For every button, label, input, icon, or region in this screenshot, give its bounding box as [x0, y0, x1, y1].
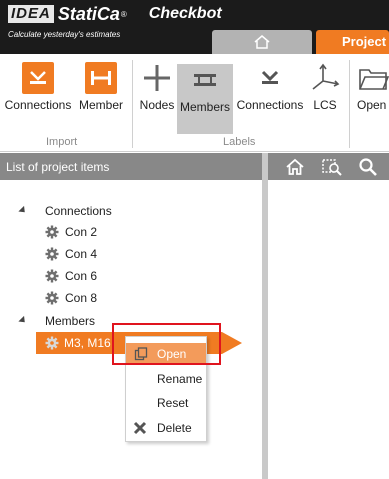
ribbon: Connections Member Import Nodes Members …	[0, 54, 389, 152]
open-button[interactable]: Open	[357, 62, 389, 124]
context-menu-delete-label: Delete	[157, 421, 192, 435]
member-import-icon	[85, 62, 117, 94]
logo: IDEA StatiCa ® Checkbot	[8, 4, 222, 24]
tree-node-members[interactable]: Members	[45, 311, 95, 331]
connections-icon	[261, 70, 279, 84]
home-icon	[254, 35, 270, 49]
import-connections-button[interactable]: Connections	[2, 62, 74, 124]
tab-project[interactable]: Project	[316, 30, 389, 54]
tab-home[interactable]	[212, 30, 312, 54]
import-member-button[interactable]: Member	[76, 62, 126, 124]
import-member-label: Member	[78, 98, 123, 112]
logo-registered-mark: ®	[120, 9, 127, 19]
tree-node-connections[interactable]: Connections	[45, 201, 112, 221]
viewport-area	[268, 180, 389, 479]
tree-item-m3-m16[interactable]: M3, M16	[64, 333, 111, 353]
connections-label-text: Connections	[236, 98, 304, 112]
connection-import-icon	[22, 62, 54, 94]
nodes-icon	[144, 65, 170, 91]
selection-arrow	[222, 332, 242, 354]
open-label: Open	[357, 98, 387, 112]
tagline: Calculate yesterday's estimates	[8, 30, 121, 39]
gear-icon	[45, 225, 59, 239]
folder-icon	[359, 69, 389, 90]
highlight-box	[112, 323, 221, 365]
home-icon[interactable]	[285, 157, 305, 177]
nodes-button[interactable]: Nodes	[138, 62, 176, 124]
connections-label-button[interactable]: Connections	[235, 62, 305, 124]
context-menu-rename[interactable]: Rename	[126, 368, 206, 390]
gear-icon	[45, 269, 59, 283]
ribbon-separator	[349, 60, 350, 148]
nodes-label: Nodes	[139, 98, 175, 112]
delete-icon	[133, 421, 147, 435]
context-menu-delete[interactable]: Delete	[126, 417, 206, 439]
context-menu-reset[interactable]: Reset	[126, 392, 206, 414]
project-items-panel-header: List of project items	[0, 153, 389, 180]
panel-title: List of project items	[6, 160, 110, 174]
members-icon	[194, 74, 216, 86]
lcs-button[interactable]: LCS	[308, 62, 342, 124]
tree-item-con4[interactable]: Con 4	[65, 244, 97, 264]
gear-icon	[45, 336, 59, 350]
context-menu-reset-label: Reset	[157, 396, 189, 410]
ribbon-separator	[132, 60, 133, 148]
import-group-label: Import	[46, 136, 78, 148]
zoom-icon[interactable]	[321, 157, 343, 177]
tree-item-con6[interactable]: Con 6	[65, 266, 97, 286]
logo-statica: StatiCa	[57, 3, 120, 24]
gear-icon	[45, 247, 59, 261]
members-button[interactable]: Members	[177, 64, 233, 134]
gear-icon	[45, 291, 59, 305]
collapse-members-icon[interactable]	[18, 315, 28, 326]
tree-item-con2[interactable]: Con 2	[65, 222, 97, 242]
collapse-connections-icon[interactable]	[18, 205, 28, 216]
members-label: Members	[179, 100, 230, 114]
logo-idea: IDEA	[8, 5, 54, 23]
import-connections-label: Connections	[4, 98, 72, 112]
tree-item-con8[interactable]: Con 8	[65, 288, 97, 308]
app-name: Checkbot	[148, 5, 222, 22]
app-header: IDEA StatiCa ® Checkbot Calculate yester…	[0, 0, 389, 54]
search-icon[interactable]	[358, 157, 378, 177]
lcs-label: LCS	[313, 98, 337, 112]
labels-group-label: Labels	[223, 136, 256, 148]
context-menu-rename-label: Rename	[157, 372, 203, 386]
lcs-icon	[312, 63, 340, 90]
